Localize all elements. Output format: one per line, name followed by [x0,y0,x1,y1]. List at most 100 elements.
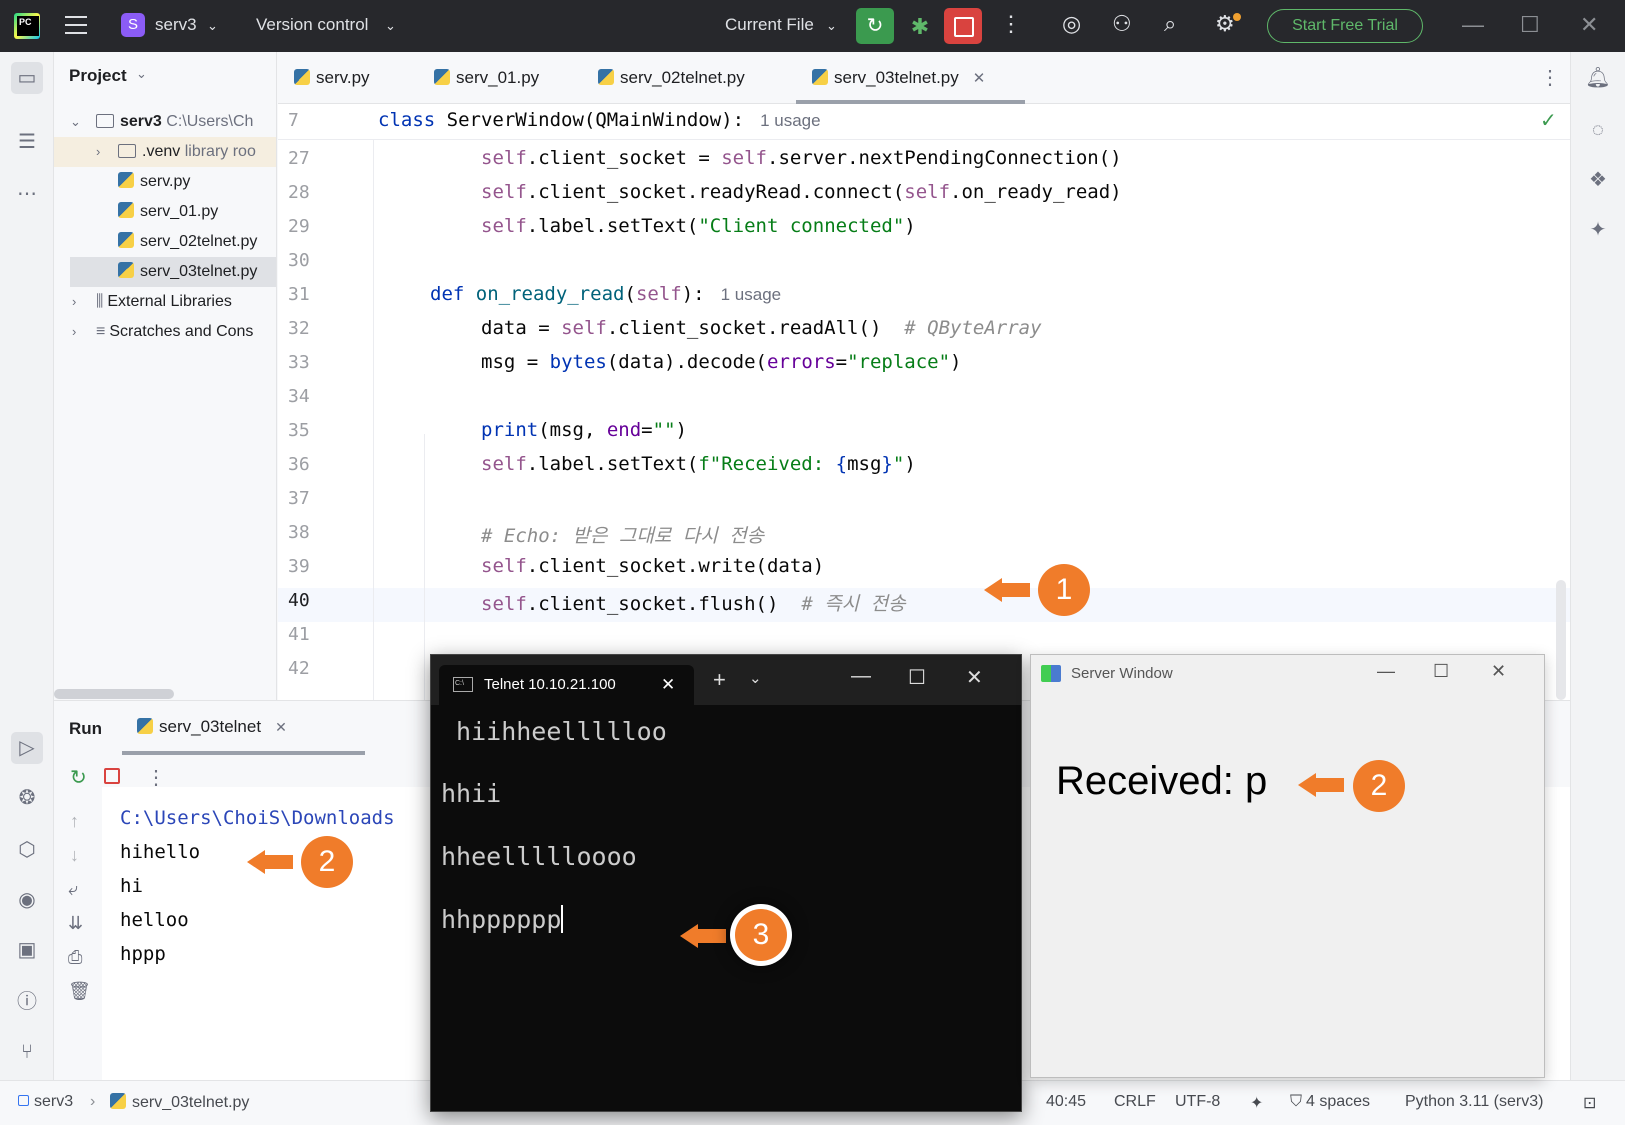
close-tab-icon[interactable]: ✕ [275,719,287,735]
tab-serv-01[interactable]: serv_01.py [434,52,539,104]
close-icon[interactable]: ✕ [1491,661,1506,682]
annotation-arrow [984,578,1030,602]
stop-icon[interactable] [104,768,120,784]
scroll-down-icon[interactable]: ↓ [70,845,79,866]
terminal-line: hiihheellllloo [441,717,667,746]
tree-item-serv[interactable]: serv.py [54,167,276,197]
caret-position[interactable]: 40:45 [1046,1093,1086,1111]
chevron-down-icon[interactable]: ⌄ [207,18,218,34]
settings-gear-icon[interactable]: ⚙ [1215,11,1235,37]
minimize-icon[interactable]: — [1377,661,1395,682]
horizontal-scrollbar[interactable] [54,689,174,699]
tree-item-serv-03telnet[interactable]: serv_03telnet.py [70,257,276,287]
plugin-icon[interactable]: ❖ [1582,164,1614,196]
minimize-icon[interactable]: — [1462,12,1484,38]
tree-item-serv-02telnet[interactable]: serv_02telnet.py [54,227,276,257]
chevron-down-icon[interactable]: ⌄ [749,669,762,687]
run-tab[interactable]: serv_03telnet ✕ [137,717,287,737]
rerun-button[interactable]: ↻ [856,8,894,44]
services-icon[interactable]: ◉ [11,884,43,916]
read-only-lock-icon[interactable]: ⊡ [1583,1093,1596,1113]
rerun-icon[interactable]: ↻ [70,765,87,790]
tree-item-external-libraries[interactable]: › ⫼ External Libraries [54,287,276,317]
terminal-input-line[interactable]: hhpppppp [441,905,564,934]
debug-bug-icon[interactable]: ✱ [906,13,934,41]
new-tab-plus-icon[interactable]: + [713,667,726,693]
print-icon[interactable]: ⎙ [68,947,82,968]
stop-button[interactable] [944,8,982,44]
chevron-right-icon[interactable]: › [96,137,100,167]
python-packages-icon[interactable]: ⬡ [11,834,43,866]
run-config-selector[interactable]: Current File [725,15,814,35]
ai-assistant-icon[interactable]: ◎ [1062,11,1081,37]
structure-icon[interactable]: ☰ [11,126,43,158]
chevron-down-icon[interactable]: ⌄ [385,18,396,34]
tab-serv-02telnet[interactable]: serv_02telnet.py [598,52,745,104]
chevron-right-icon[interactable]: › [72,287,76,317]
notifications-bell-icon[interactable]: 🔔︎ [1582,62,1614,94]
main-menu-icon[interactable] [65,16,87,34]
python-console-icon[interactable]: ❂ [11,782,43,814]
minimize-icon[interactable]: — [851,665,871,688]
project-panel-title[interactable]: Project [69,66,127,86]
chevron-down-icon[interactable]: ⌄ [826,18,837,34]
code-line: # Echo: 받은 그대로 다시 전송 [481,521,764,548]
start-free-trial-button[interactable]: Start Free Trial [1267,9,1423,43]
chevron-down-icon[interactable]: ⌄ [136,66,147,82]
more-vertical-icon[interactable]: ⋮ [1540,52,1560,104]
soft-wrap-icon[interactable]: ⤶ [68,879,78,900]
search-icon[interactable]: ⌕ [1164,11,1176,37]
problems-icon[interactable]: ⓘ [11,986,43,1018]
tree-item-serv-01[interactable]: serv_01.py [54,197,276,227]
indent-label: 4 spaces [1306,1093,1371,1110]
code-editor[interactable]: 7 class ServerWindow(QMainWindow): 1 usag… [278,104,1570,700]
ai-chat-icon[interactable]: ◌ [1582,114,1614,146]
maximize-icon[interactable]: ☐ [1433,661,1449,682]
server-window[interactable]: Server Window — ☐ ✕ Received: p [1030,654,1545,1078]
tab-serv-03telnet[interactable]: serv_03telnet.py ✕ [795,52,1026,104]
trash-icon[interactable]: 🗑︎ [68,981,91,1002]
git-branch-icon[interactable]: ⑂ [11,1036,43,1068]
breadcrumb-file[interactable]: serv_03telnet.py [110,1093,249,1112]
telnet-terminal-window[interactable]: C:\ Telnet 10.10.21.100 ✕ + ⌄ — ☐ ✕ hiih… [430,654,1022,1112]
chevron-down-icon[interactable]: ⌄ [70,107,81,137]
more-horizontal-icon[interactable]: ⋯ [11,178,43,210]
sparkle-icon[interactable]: ✦ [1582,214,1614,246]
more-vertical-icon[interactable]: ⋮ [1000,11,1022,37]
indent-setting[interactable]: ⛉ 4 spaces [1290,1093,1370,1111]
chevron-right-icon[interactable]: › [72,317,76,347]
vertical-scrollbar[interactable] [1556,580,1566,700]
close-icon[interactable]: ✕ [1580,12,1598,38]
console-line: helloo [120,909,189,931]
project-folder-icon[interactable]: ▭ [11,62,43,94]
maximize-icon[interactable]: ☐ [908,665,926,690]
run-tool-icon[interactable]: ▷ [11,732,43,764]
close-icon[interactable]: ✕ [966,665,983,690]
telnet-tab[interactable]: C:\ Telnet 10.10.21.100 ✕ [439,665,694,705]
file-encoding[interactable]: UTF-8 [1175,1093,1220,1111]
line-number: 41 [288,624,310,645]
breadcrumb[interactable]: serv3 [18,1093,73,1111]
project-name[interactable]: serv3 [155,15,197,35]
usage-hint[interactable]: 1 usage [760,111,821,130]
scroll-up-icon[interactable]: ↑ [70,811,79,832]
scroll-to-end-icon[interactable]: ⇊ [68,913,83,934]
interpreter-selector[interactable]: Python 3.11 (serv3) [1405,1093,1543,1111]
maximize-icon[interactable]: ☐ [1520,12,1540,38]
project-badge[interactable]: S [121,13,145,37]
terminal-icon[interactable]: ▣ [11,934,43,966]
line-separator[interactable]: CRLF [1114,1093,1156,1111]
add-user-icon[interactable]: ⚇ [1112,11,1132,37]
annotation-arrow [247,850,293,874]
usage-hint[interactable]: 1 usage [721,285,782,304]
tree-item-venv[interactable]: › .venv library roo [54,137,276,167]
tab-serv[interactable]: serv.py [294,52,370,104]
ai-sparkle-icon[interactable]: ✦ [1250,1093,1263,1113]
version-control-menu[interactable]: Version control [256,15,368,35]
run-panel-title[interactable]: Run [69,719,102,739]
close-tab-icon[interactable]: ✕ [661,665,675,705]
close-tab-icon[interactable]: ✕ [973,70,986,87]
tree-root[interactable]: ⌄ serv3 C:\Users\Ch [54,107,276,137]
sticky-scroll-header[interactable]: 7 class ServerWindow(QMainWindow): 1 usag… [278,104,1570,140]
tree-item-scratches[interactable]: › ≡ Scratches and Cons [54,317,276,347]
